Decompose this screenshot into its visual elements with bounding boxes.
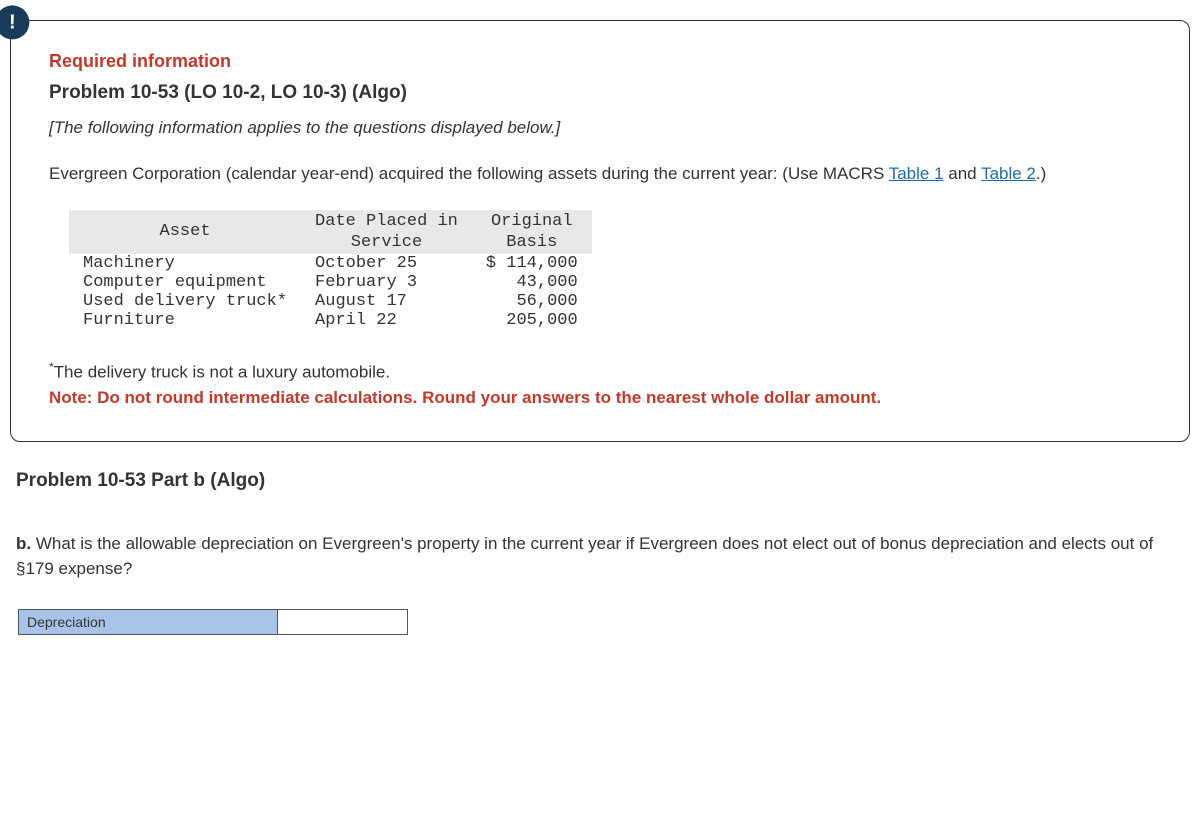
info-badge: ! xyxy=(0,5,29,39)
basis-cell: 43,000 xyxy=(472,273,592,292)
table-row: Machinery October 25 $ 114,000 xyxy=(69,254,592,273)
asset-table: Asset Date Placed in Service Original Ba… xyxy=(69,210,592,331)
asset-cell: Used delivery truck* xyxy=(69,292,301,311)
asset-cell: Furniture xyxy=(69,311,301,330)
date-cell: August 17 xyxy=(301,292,472,311)
depreciation-input[interactable] xyxy=(278,609,408,635)
answer-row: Depreciation xyxy=(18,609,1190,635)
question-prefix: b. xyxy=(16,534,36,553)
basis-cell: 56,000 xyxy=(472,292,592,311)
footnote: *The delivery truck is not a luxury auto… xyxy=(49,358,1151,411)
date-cell: October 25 xyxy=(301,254,472,273)
macrs-table-2-link[interactable]: Table 2 xyxy=(981,164,1036,183)
basis-cell: 205,000 xyxy=(472,311,592,330)
table-row: Used delivery truck* August 17 56,000 xyxy=(69,292,592,311)
subtitle: [The following information applies to th… xyxy=(49,118,1151,138)
intro-text-post: .) xyxy=(1036,164,1046,183)
table-row: Furniture April 22 205,000 xyxy=(69,311,592,330)
part-title: Problem 10-53 Part b (Algo) xyxy=(16,470,1190,492)
asset-cell: Machinery xyxy=(69,254,301,273)
intro-text-mid: and xyxy=(944,164,982,183)
date-cell: February 3 xyxy=(301,273,472,292)
col-header-date: Date Placed in Service xyxy=(301,210,472,255)
note-text: Note: Do not round intermediate calculat… xyxy=(49,388,881,407)
table-row: Computer equipment February 3 43,000 xyxy=(69,273,592,292)
col-header-asset: Asset xyxy=(69,210,301,255)
basis-cell: $ 114,000 xyxy=(472,254,592,273)
problem-title: Problem 10-53 (LO 10-2, LO 10-3) (Algo) xyxy=(49,82,1151,104)
date-cell: April 22 xyxy=(301,311,472,330)
answer-label: Depreciation xyxy=(18,609,278,635)
required-info-box: ! Required information Problem 10-53 (LO… xyxy=(10,20,1190,442)
footnote-text: The delivery truck is not a luxury autom… xyxy=(54,363,390,382)
required-info-heading: Required information xyxy=(49,51,1151,72)
question-text: b. What is the allowable depreciation on… xyxy=(16,532,1190,581)
intro-paragraph: Evergreen Corporation (calendar year-end… xyxy=(49,162,1151,186)
asset-cell: Computer equipment xyxy=(69,273,301,292)
macrs-table-1-link[interactable]: Table 1 xyxy=(889,164,944,183)
col-header-basis: Original Basis xyxy=(472,210,592,255)
intro-text-pre: Evergreen Corporation (calendar year-end… xyxy=(49,164,889,183)
question-body: What is the allowable depreciation on Ev… xyxy=(16,534,1153,578)
